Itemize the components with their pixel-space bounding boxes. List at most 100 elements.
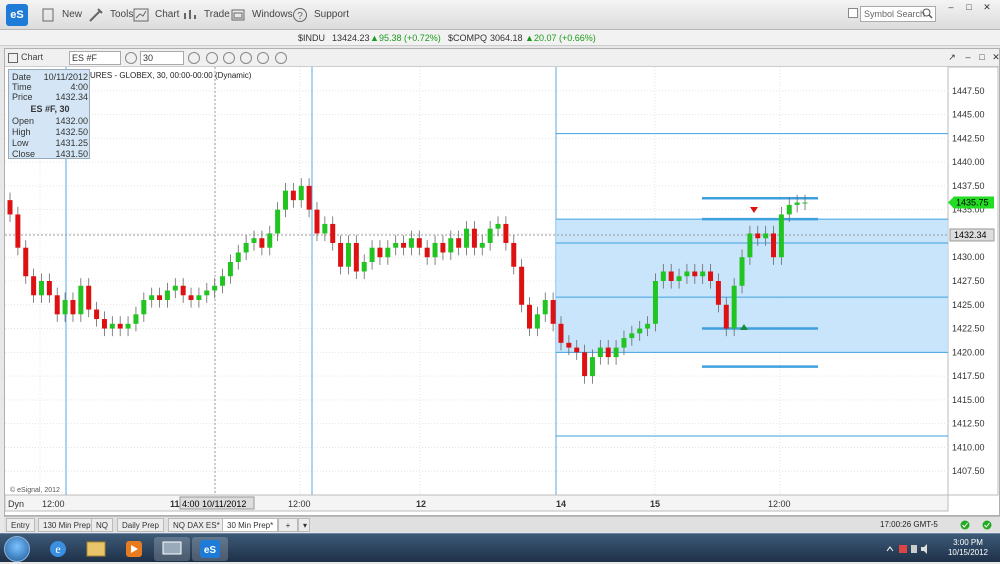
candle-body[interactable]: [251, 238, 257, 243]
candle-body[interactable]: [220, 276, 226, 286]
candle-body[interactable]: [133, 314, 139, 324]
candle-body[interactable]: [38, 281, 44, 296]
candle-body[interactable]: [298, 185, 304, 201]
candle-body[interactable]: [172, 285, 178, 291]
candle-body[interactable]: [78, 285, 84, 315]
candle-body[interactable]: [306, 185, 312, 210]
candle-body[interactable]: [227, 261, 233, 277]
candle-body[interactable]: [660, 271, 666, 281]
tab-dropdown-button[interactable]: ▾: [298, 518, 310, 532]
candle-body[interactable]: [731, 285, 737, 329]
candle-body[interactable]: [385, 247, 391, 258]
candle-body[interactable]: [401, 242, 407, 248]
remote-desktop-taskbar-icon[interactable]: [154, 537, 190, 561]
candle-body[interactable]: [794, 202, 800, 205]
candle-body[interactable]: [377, 247, 383, 258]
candle-body[interactable]: [314, 209, 320, 234]
candle-body[interactable]: [645, 323, 651, 329]
candle-body[interactable]: [723, 304, 729, 329]
candle-body[interactable]: [479, 242, 485, 248]
candle-body[interactable]: [259, 238, 265, 248]
candle-body[interactable]: [282, 190, 288, 210]
candle-body[interactable]: [802, 202, 808, 204]
candle-body[interactable]: [290, 190, 296, 201]
candle-body[interactable]: [86, 285, 92, 310]
tab-entry[interactable]: Entry: [6, 518, 35, 532]
candle-body[interactable]: [542, 300, 548, 315]
candle-body[interactable]: [527, 304, 533, 329]
candle-body[interactable]: [534, 314, 540, 329]
add-tab-button[interactable]: +: [278, 518, 298, 532]
candle-body[interactable]: [668, 271, 674, 281]
start-button[interactable]: [4, 536, 30, 562]
candle-body[interactable]: [708, 271, 714, 281]
candle-body[interactable]: [330, 223, 336, 243]
candle-body[interactable]: [70, 300, 76, 315]
candle-body[interactable]: [196, 295, 202, 301]
esignal-taskbar-icon[interactable]: eS: [192, 537, 228, 561]
candle-body[interactable]: [755, 233, 761, 239]
candle-body[interactable]: [416, 238, 422, 248]
candle-body[interactable]: [558, 323, 564, 343]
candle-body[interactable]: [322, 223, 328, 234]
candle-body[interactable]: [464, 228, 470, 248]
candle-body[interactable]: [566, 342, 572, 348]
candle-body[interactable]: [408, 238, 414, 248]
candle-body[interactable]: [393, 242, 399, 248]
tab-130-min-prep[interactable]: 130 Min Prep: [38, 518, 96, 532]
candle-body[interactable]: [267, 233, 273, 248]
candle-body[interactable]: [715, 281, 721, 305]
candle-body[interactable]: [188, 295, 194, 301]
candle-body[interactable]: [125, 323, 131, 329]
candle-body[interactable]: [180, 285, 186, 296]
candle-body[interactable]: [46, 281, 52, 296]
candle-body[interactable]: [7, 200, 13, 215]
candle-body[interactable]: [54, 295, 60, 315]
candle-body[interactable]: [511, 242, 517, 267]
tray-icons[interactable]: [886, 544, 930, 554]
candle-body[interactable]: [440, 242, 446, 253]
candle-body[interactable]: [345, 242, 351, 267]
candle-body[interactable]: [550, 300, 556, 324]
candle-body[interactable]: [495, 223, 501, 229]
candle-body[interactable]: [519, 266, 525, 305]
ie-taskbar-icon[interactable]: e: [40, 537, 76, 561]
candle-body[interactable]: [605, 347, 611, 358]
candle-body[interactable]: [763, 233, 769, 239]
candle-body[interactable]: [739, 257, 745, 286]
candle-body[interactable]: [503, 223, 509, 243]
candle-body[interactable]: [621, 338, 627, 348]
candle-body[interactable]: [157, 295, 163, 301]
candle-body[interactable]: [448, 238, 454, 253]
candle-body[interactable]: [141, 300, 147, 315]
candle-body[interactable]: [204, 290, 210, 296]
candle-body[interactable]: [574, 347, 580, 353]
candle-body[interactable]: [424, 247, 430, 258]
candle-body[interactable]: [101, 319, 107, 329]
tab-30-min-prep[interactable]: 30 Min Prep*: [222, 518, 279, 532]
candle-body[interactable]: [771, 233, 777, 258]
candle-body[interactable]: [676, 276, 682, 281]
candle-body[interactable]: [778, 214, 784, 258]
tab-daily-prep[interactable]: Daily Prep: [117, 518, 164, 532]
candle-body[interactable]: [235, 252, 241, 262]
system-clock[interactable]: 3:00 PM 10/15/2012: [940, 538, 996, 558]
candle-body[interactable]: [353, 242, 359, 272]
candle-body[interactable]: [117, 323, 123, 329]
explorer-taskbar-icon[interactable]: [78, 537, 114, 561]
candle-body[interactable]: [471, 228, 477, 248]
candle-body[interactable]: [582, 352, 588, 377]
candle-body[interactable]: [164, 290, 170, 301]
candle-body[interactable]: [786, 204, 792, 215]
candle-body[interactable]: [338, 242, 344, 267]
candle-body[interactable]: [15, 214, 21, 248]
candle-body[interactable]: [684, 271, 690, 277]
tab-nq-dax-es[interactable]: NQ DAX ES*: [168, 518, 225, 532]
candle-body[interactable]: [456, 238, 462, 248]
candle-body[interactable]: [275, 209, 281, 234]
candle-body[interactable]: [23, 247, 29, 277]
candle-body[interactable]: [637, 328, 643, 334]
candle-body[interactable]: [613, 347, 619, 358]
candle-body[interactable]: [62, 300, 68, 315]
candle-body[interactable]: [212, 285, 218, 291]
